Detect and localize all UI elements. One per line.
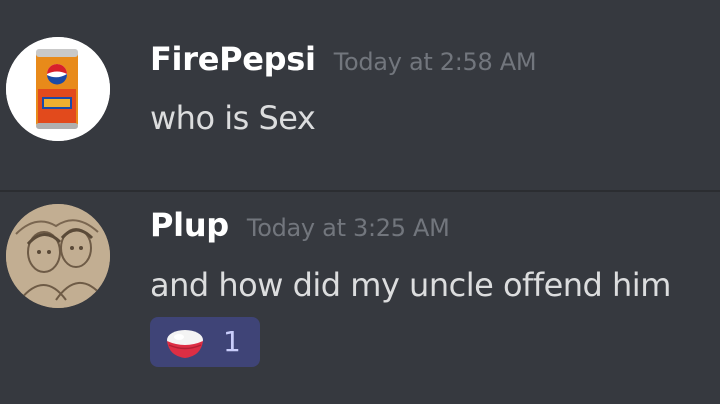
message: FirePepsi Today at 2:58 AM who is Sex [0,0,720,190]
timestamp: Today at 3:25 AM [246,214,450,242]
rice-bowl-icon [167,330,203,358]
timestamp: Today at 2:58 AM [333,48,537,76]
avatar[interactable] [6,37,110,141]
message-header: FirePepsi Today at 2:58 AM [150,40,537,78]
avatar[interactable] [6,204,110,308]
username[interactable]: FirePepsi [150,40,316,78]
reaction-count: 1 [223,325,241,358]
reaction-button[interactable]: 1 [150,317,260,367]
username[interactable]: Plup [150,206,229,244]
message-content: and how did my uncle offend him [150,266,671,304]
sketch-avatar-icon [6,204,110,308]
pepsi-can-icon [6,37,110,141]
message-content: who is Sex [150,99,316,137]
message: Plup Today at 3:25 AM and how did my uncl… [0,192,720,404]
chat-log: FirePepsi Today at 2:58 AM who is Sex Pl… [0,0,720,404]
message-header: Plup Today at 3:25 AM [150,206,450,244]
